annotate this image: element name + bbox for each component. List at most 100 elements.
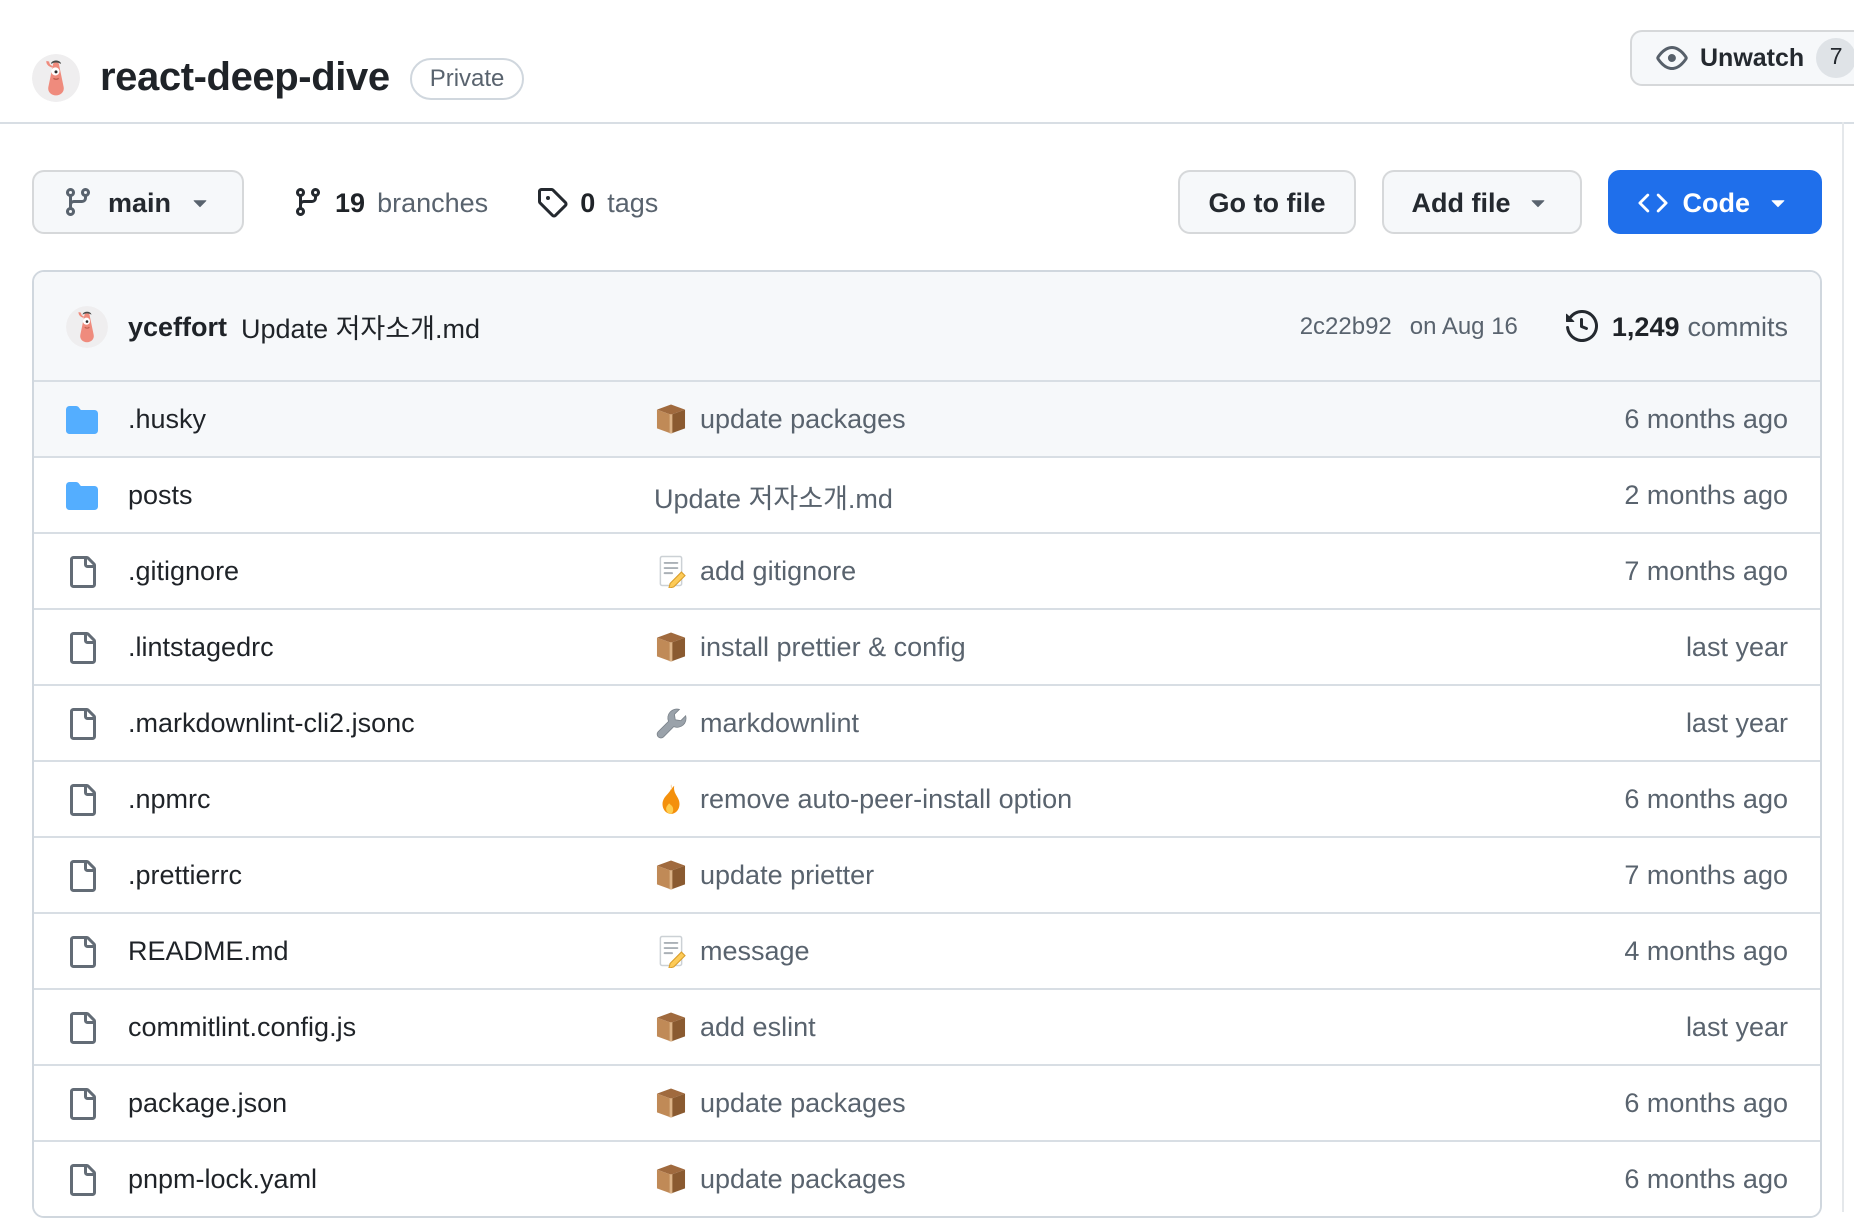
commit-meta: 2c22b92 on Aug 16 1,249 commits [1300, 310, 1788, 342]
file-icon [66, 555, 98, 587]
add-file-label: Add file [1412, 187, 1511, 217]
commit-sha-link[interactable]: 2c22b92 [1300, 312, 1392, 340]
commit-age: 6 months ago [1448, 1164, 1788, 1194]
commit-date: on Aug 16 [1410, 312, 1518, 340]
branches-count: 19 [335, 187, 365, 217]
commit-message-link[interactable]: message [700, 936, 810, 966]
commits-count: 1,249 [1612, 311, 1680, 341]
commit-message-link[interactable]: remove auto-peer-install option [700, 784, 1072, 814]
package-emoji-icon [654, 1162, 688, 1196]
file-link[interactable]: .npmrc [128, 784, 211, 814]
file-link[interactable]: README.md [128, 936, 289, 966]
table-row[interactable]: .lintstagedrc install prettier & config la… [34, 608, 1820, 684]
commit-age: 6 months ago [1448, 784, 1788, 814]
history-icon [1566, 310, 1598, 342]
commit-message-link[interactable]: Update 저자소개.md [654, 475, 893, 515]
commits-label: commits [1688, 311, 1789, 341]
file-link[interactable]: pnpm-lock.yaml [128, 1164, 317, 1194]
commit-message-link[interactable]: update packages [700, 1164, 906, 1194]
commit-age: 6 months ago [1448, 1088, 1788, 1118]
table-row[interactable]: .npmrc remove auto-peer-install option 6 m… [34, 760, 1820, 836]
table-row[interactable]: commitlint.config.js add eslint last year [34, 988, 1820, 1064]
table-row[interactable]: pnpm-lock.yaml update packages 6 months ag… [34, 1140, 1820, 1216]
table-row[interactable]: .prettierrc update prietter 7 months ago [34, 836, 1820, 912]
file-link[interactable]: commitlint.config.js [128, 1012, 356, 1042]
chevron-down-icon [1525, 188, 1553, 216]
fire-emoji-icon [654, 782, 688, 816]
file-icon [66, 631, 98, 663]
unwatch-label: Unwatch [1700, 44, 1804, 72]
branches-link[interactable]: 19 branches [291, 186, 488, 218]
commit-age: 4 months ago [1448, 936, 1788, 966]
commit-message-link[interactable]: update prietter [700, 860, 874, 890]
file-icon [66, 707, 98, 739]
chevron-down-icon [1764, 188, 1792, 216]
watch-count-badge: 7 [1816, 38, 1854, 78]
package-emoji-icon [654, 858, 688, 892]
table-row[interactable]: .husky update packages 6 months ago [34, 380, 1820, 456]
code-icon [1639, 187, 1669, 217]
tag-icon [536, 186, 568, 218]
commit-message-link[interactable]: install prettier & config [700, 632, 966, 662]
commit-author-link[interactable]: yceffort [128, 311, 227, 341]
file-link[interactable]: .markdownlint-cli2.jsonc [128, 708, 415, 738]
table-row[interactable]: .markdownlint-cli2.jsonc markdownlint last… [34, 684, 1820, 760]
page-edge-divider [1842, 122, 1844, 1212]
branch-selector-button[interactable]: main [32, 170, 243, 234]
file-link[interactable]: posts [128, 480, 193, 510]
package-emoji-icon [654, 1086, 688, 1120]
chevron-down-icon [185, 188, 213, 216]
commit-age: 7 months ago [1448, 860, 1788, 890]
commit-age: last year [1448, 1012, 1788, 1042]
file-link[interactable]: .prettierrc [128, 860, 242, 890]
tags-label: tags [607, 187, 658, 217]
commit-age: 6 months ago [1448, 404, 1788, 434]
file-icon [66, 783, 98, 815]
commit-age: 7 months ago [1448, 556, 1788, 586]
memo-emoji-icon [654, 554, 688, 588]
file-icon [66, 1163, 98, 1195]
table-row[interactable]: .gitignore add gitignore 7 months ago [34, 532, 1820, 608]
file-table-body: .husky update packages 6 months ago posts Up… [34, 380, 1820, 1216]
code-label: Code [1683, 187, 1751, 217]
add-file-button[interactable]: Add file [1382, 170, 1583, 234]
unwatch-button[interactable]: Unwatch 7 [1630, 30, 1854, 86]
tags-count: 0 [580, 187, 595, 217]
tags-link[interactable]: 0 tags [536, 186, 658, 218]
branches-label: branches [377, 187, 488, 217]
memo-emoji-icon [654, 934, 688, 968]
repo-owner-avatar[interactable] [32, 54, 80, 102]
file-table: yceffort Update 저자소개.md 2c22b92 on Aug 1… [32, 270, 1822, 1218]
repo-title[interactable]: react-deep-dive [100, 55, 390, 101]
table-row[interactable]: README.md message 4 months ago [34, 912, 1820, 988]
commit-history-link[interactable]: 1,249 commits [1566, 310, 1788, 342]
go-to-file-button[interactable]: Go to file [1179, 170, 1356, 234]
file-link[interactable]: .gitignore [128, 556, 239, 586]
wrench-emoji-icon [654, 706, 688, 740]
current-branch-label: main [108, 187, 171, 217]
commit-message-link[interactable]: update packages [700, 1088, 906, 1118]
table-row[interactable]: package.json update packages 6 months ago [34, 1064, 1820, 1140]
file-icon [66, 1011, 98, 1043]
folder-icon [66, 479, 98, 511]
file-link[interactable]: package.json [128, 1088, 287, 1118]
commit-age: last year [1448, 708, 1788, 738]
file-icon [66, 935, 98, 967]
package-emoji-icon [654, 630, 688, 664]
commit-message-link[interactable]: update packages [700, 404, 906, 434]
file-link[interactable]: .husky [128, 404, 206, 434]
eye-icon [1656, 42, 1688, 74]
repo-header: react-deep-dive Private Unwatch 7 [0, 0, 1854, 122]
table-row[interactable]: postsUpdate 저자소개.md2 months ago [34, 456, 1820, 532]
commit-message-link[interactable]: add eslint [700, 1012, 816, 1042]
latest-commit-message-link[interactable]: Update 저자소개.md [241, 306, 480, 346]
commit-age: last year [1448, 632, 1788, 662]
commit-message-link[interactable]: add gitignore [700, 556, 856, 586]
commit-author-avatar[interactable] [66, 305, 108, 347]
repo-toolbar: main 19 branches 0 tags Go to file Add f… [0, 170, 1854, 234]
folder-icon [66, 403, 98, 435]
visibility-badge: Private [410, 57, 525, 99]
code-button[interactable]: Code [1609, 170, 1823, 234]
file-link[interactable]: .lintstagedrc [128, 632, 274, 662]
commit-message-link[interactable]: markdownlint [700, 708, 859, 738]
